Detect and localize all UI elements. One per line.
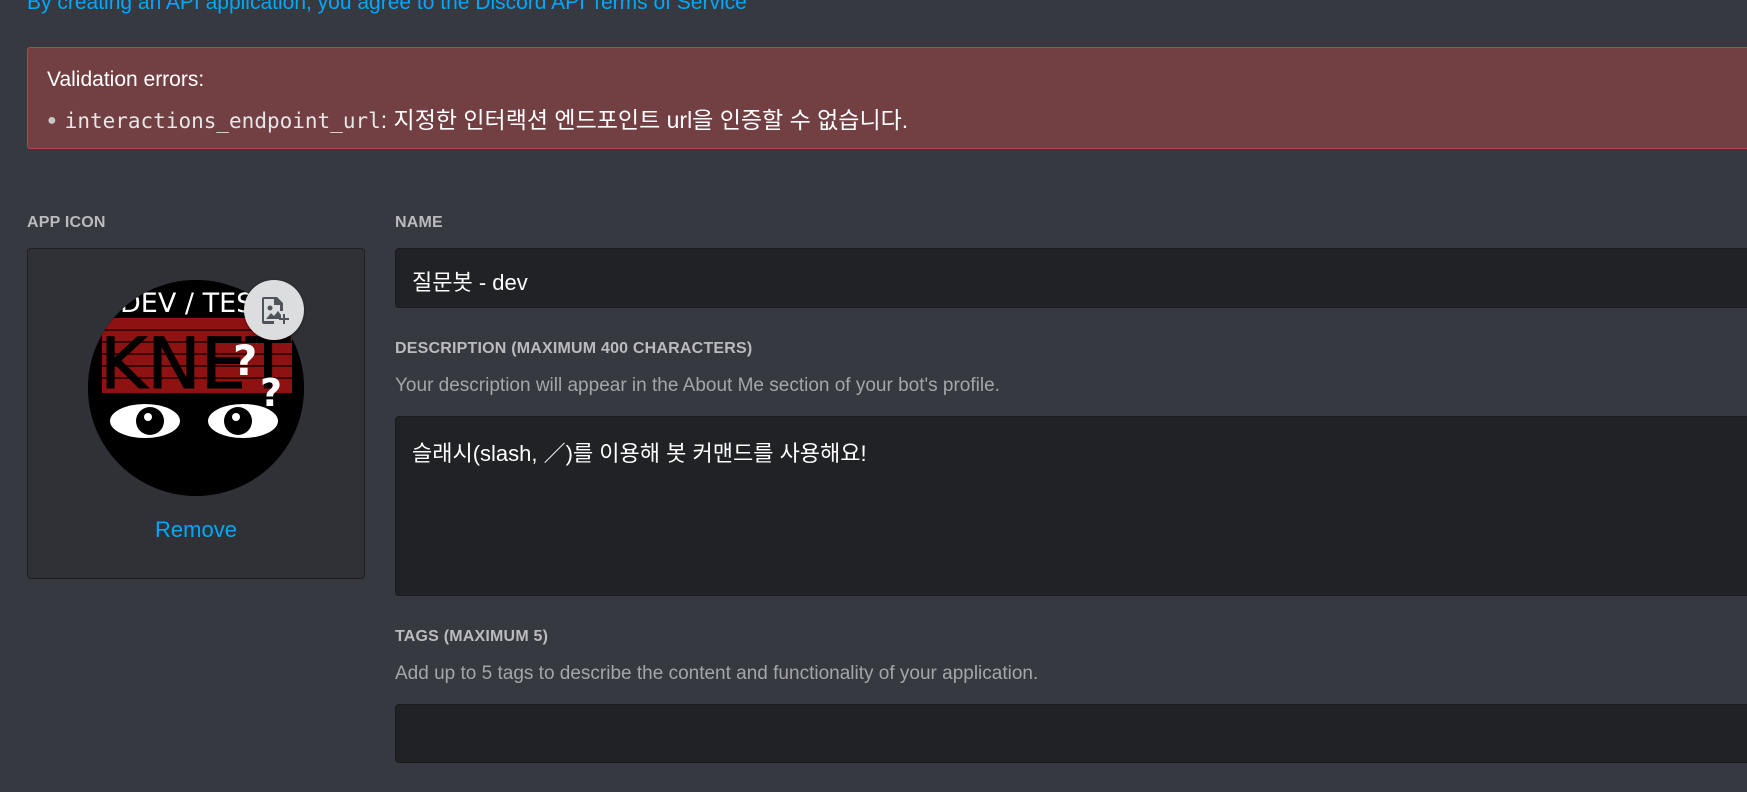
question-mark-icon: ?: [233, 336, 257, 385]
error-message: 지정한 인터랙션 엔드포인트 url을 인증할 수 없습니다.: [387, 107, 909, 133]
bullet-icon: ●: [47, 112, 57, 129]
error-field-name: interactions_endpoint_url: [64, 109, 381, 133]
description-helper: Your description will appear in the Abou…: [395, 375, 1000, 396]
description-textarea-value: 슬래시(slash, ／)를 이용해 봇 커맨드를 사용해요!: [412, 441, 867, 466]
remove-icon-link[interactable]: Remove: [28, 517, 364, 543]
description-textarea[interactable]: 슬래시(slash, ／)를 이용해 봇 커맨드를 사용해요!: [395, 416, 1747, 596]
tags-helper: Add up to 5 tags to describe the content…: [395, 663, 1039, 684]
tags-input[interactable]: [395, 704, 1747, 763]
error-title: Validation errors:: [47, 68, 205, 91]
description-label: DESCRIPTION (MAXIMUM 400 CHARACTERS): [395, 340, 753, 357]
developer-portal-page: By creating an API application, you agre…: [0, 0, 1747, 792]
tags-label: TAGS (MAXIMUM 5): [395, 628, 549, 645]
error-item: ● interactions_endpoint_url: 지정한 인터랙션 엔드…: [47, 101, 908, 135]
name-input-value: 질문봇 - dev: [412, 270, 528, 295]
app-icon-card: KNET DEV / TEST ? ? Remove: [27, 248, 365, 579]
name-label: NAME: [395, 214, 443, 231]
question-mark-icon: ?: [260, 371, 282, 415]
upload-image-button[interactable]: [244, 280, 304, 340]
validation-error-box: Validation errors: ● interactions_endpoi…: [27, 47, 1747, 149]
terms-of-service-link[interactable]: By creating an API application, you agre…: [27, 0, 747, 15]
name-input[interactable]: 질문봇 - dev: [395, 248, 1747, 308]
add-image-icon: [262, 297, 289, 324]
app-icon-label: APP ICON: [27, 214, 106, 231]
